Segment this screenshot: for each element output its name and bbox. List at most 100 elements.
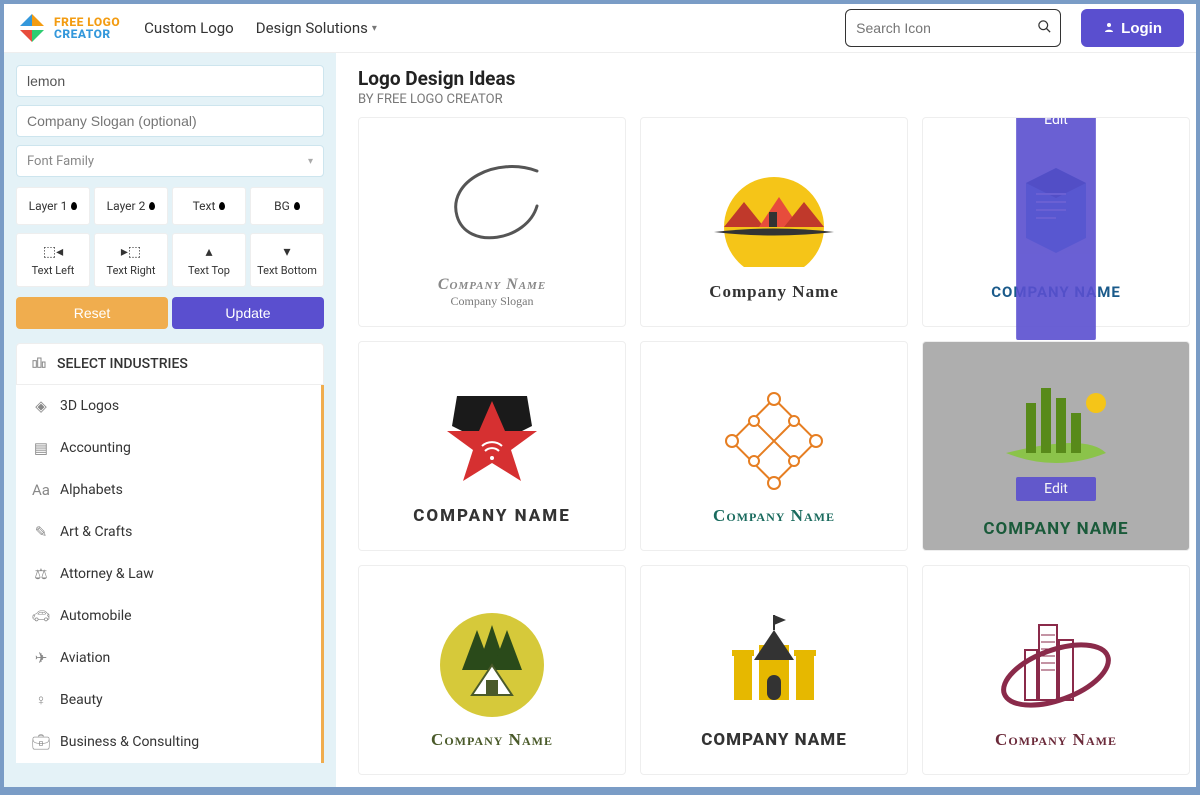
industry-automobile[interactable]: 🚗︎ Automobile: [16, 595, 321, 637]
company-slogan-input[interactable]: [16, 105, 324, 137]
nav-custom-logo[interactable]: Custom Logo: [144, 19, 234, 37]
industry-label: Alphabets: [60, 482, 123, 498]
logo-card[interactable]: Company Name: [922, 565, 1190, 775]
font-family-select[interactable]: Font Family ▾: [16, 145, 324, 177]
layer2-color[interactable]: Layer 2: [94, 187, 168, 225]
industries-list: ◈ 3D Logos ▤ Accounting AaAlphabets ✎ Art &…: [16, 385, 324, 763]
industry-label: Beauty: [60, 692, 103, 708]
company-name-input[interactable]: [16, 65, 324, 97]
chevron-down-icon: ▾: [308, 156, 313, 167]
industry-label: Attorney & Law: [60, 566, 154, 582]
page-title: Logo Design Ideas: [358, 67, 1186, 90]
layer1-color[interactable]: Layer 1: [16, 187, 90, 225]
align-bottom-icon: ▾: [283, 244, 290, 260]
drop-icon: [219, 202, 225, 210]
text-top-button[interactable]: ▴ Text Top: [172, 233, 246, 287]
align-left-icon: ⬚◂: [43, 244, 63, 260]
industry-art-crafts[interactable]: ✎ Art & Crafts: [16, 511, 321, 553]
select-industries-label: SELECT INDUSTRIES: [57, 356, 188, 372]
bg-label: BG: [274, 199, 290, 213]
logo-card[interactable]: Company Name Company Slogan: [358, 117, 626, 327]
content-area: Logo Design Ideas BY FREE LOGO CREATOR C…: [336, 53, 1196, 787]
search-box[interactable]: [845, 9, 1061, 47]
logo-preview: [923, 353, 1189, 493]
drop-icon: [149, 202, 155, 210]
logo-company-name: Company Name: [995, 730, 1117, 750]
align-top-icon: ▴: [205, 244, 212, 260]
calculator-icon: ▤: [30, 439, 52, 457]
logo-company-name: COMPANY NAME: [983, 519, 1128, 539]
edit-button-partial[interactable]: Edit: [1016, 108, 1096, 340]
logo-company-name: COMPANY NAME: [701, 730, 846, 750]
logo-card[interactable]: COMPANY NAME Edit: [922, 117, 1190, 327]
industry-alphabets[interactable]: AaAlphabets: [16, 469, 321, 511]
text-right-label: Text Right: [107, 264, 156, 277]
logo-card[interactable]: Company Name: [640, 341, 908, 551]
search-icon[interactable]: [1037, 19, 1052, 38]
logo-card[interactable]: COMPANY NAME: [358, 341, 626, 551]
brand-text-2: CREATOR: [54, 28, 120, 40]
drop-icon: [71, 202, 77, 210]
logo-grid: Company Name Company Slogan: [358, 117, 1186, 775]
font-family-label: Font Family: [27, 154, 94, 169]
logo-company-name: Company Name: [713, 506, 835, 526]
login-label: Login: [1121, 20, 1162, 37]
logo-preview: [359, 366, 625, 506]
logo-card[interactable]: Edit COMPANY NAME: [922, 341, 1190, 551]
industry-accounting[interactable]: ▤ Accounting: [16, 427, 321, 469]
logo-company-name: Company Name: [431, 730, 553, 750]
brand-logo[interactable]: FREE LOGO CREATOR: [16, 12, 120, 44]
bg-color[interactable]: BG: [250, 187, 324, 225]
update-button[interactable]: Update: [172, 297, 324, 329]
industry-3d-logos[interactable]: ◈ 3D Logos: [16, 385, 321, 427]
login-button[interactable]: Login: [1081, 9, 1184, 47]
industry-label: Accounting: [60, 440, 131, 456]
logo-card[interactable]: Company Name: [358, 565, 626, 775]
beauty-icon: ♀: [30, 691, 52, 709]
logo-card[interactable]: Company Name: [640, 117, 908, 327]
reset-button[interactable]: Reset: [16, 297, 168, 329]
industry-aviation[interactable]: ✈ Aviation: [16, 637, 321, 679]
briefcase-icon: 💼︎: [30, 733, 52, 751]
text-right-button[interactable]: ▸⬚ Text Right: [94, 233, 168, 287]
drop-icon: [294, 202, 300, 210]
edit-button[interactable]: Edit: [1016, 477, 1096, 501]
topbar: FREE LOGO CREATOR Custom Logo Design Sol…: [4, 4, 1196, 53]
logo-company-name: COMPANY NAME: [413, 506, 570, 526]
logo-preview: [923, 590, 1189, 730]
industry-attorney-law[interactable]: ⚖ Attorney & Law: [16, 553, 321, 595]
text-top-label: Text Top: [188, 264, 230, 277]
nav-design-solutions-label: Design Solutions: [256, 19, 368, 37]
select-industries-header[interactable]: SELECT INDUSTRIES: [16, 343, 324, 385]
text-color-label: Text: [193, 199, 216, 213]
industry-label: 3D Logos: [60, 398, 119, 414]
logo-company-name: Company Name: [709, 282, 839, 302]
logo-preview: [359, 590, 625, 730]
logo-preview: [641, 366, 907, 506]
logo-preview: [641, 590, 907, 730]
gavel-icon: ⚖: [30, 565, 52, 583]
industries-icon: [31, 354, 47, 374]
cube-icon: ◈: [30, 397, 52, 415]
page-subtitle: BY FREE LOGO CREATOR: [358, 92, 1186, 107]
industry-label: Art & Crafts: [60, 524, 132, 540]
industry-beauty[interactable]: ♀ Beauty: [16, 679, 321, 721]
align-right-icon: ▸⬚: [121, 244, 141, 260]
text-left-label: Text Left: [32, 264, 75, 277]
layer2-label: Layer 2: [107, 199, 146, 213]
industry-label: Business & Consulting: [60, 734, 199, 750]
text-left-button[interactable]: ⬚◂ Text Left: [16, 233, 90, 287]
plane-icon: ✈: [30, 649, 52, 667]
logo-company-name: Company Name: [438, 276, 546, 294]
car-icon: 🚗︎: [30, 607, 52, 625]
logo-card[interactable]: COMPANY NAME: [640, 565, 908, 775]
search-input[interactable]: [856, 20, 1037, 36]
layer1-label: Layer 1: [29, 199, 68, 213]
industry-label: Aviation: [60, 650, 110, 666]
nav-design-solutions[interactable]: Design Solutions ▾: [256, 19, 377, 37]
text-color[interactable]: Text: [172, 187, 246, 225]
industry-business-consulting[interactable]: 💼︎ Business & Consulting: [16, 721, 321, 763]
industry-label: Automobile: [60, 608, 132, 624]
text-bottom-button[interactable]: ▾Text Bottom: [250, 233, 324, 287]
palette-icon: ✎: [30, 523, 52, 541]
